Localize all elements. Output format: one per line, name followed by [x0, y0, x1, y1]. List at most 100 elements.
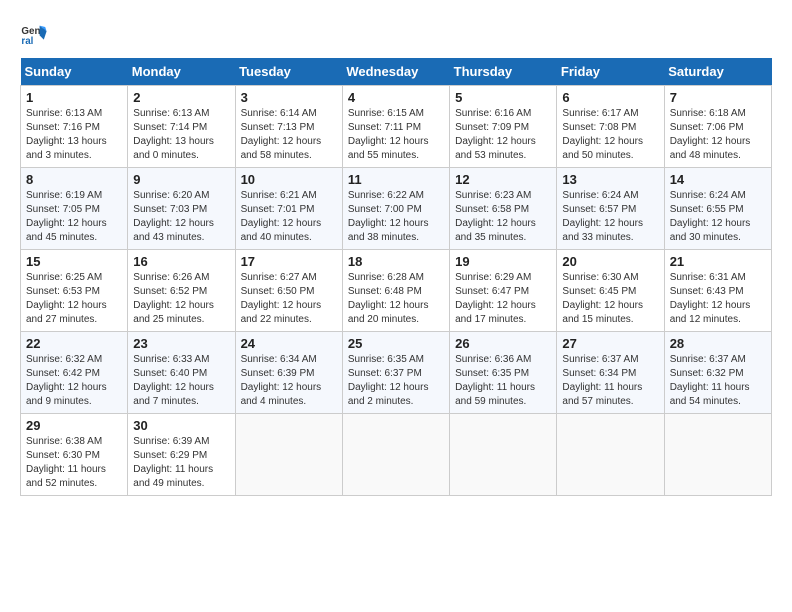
calendar-week-row: 8 Sunrise: 6:19 AM Sunset: 7:05 PM Dayli…: [21, 168, 772, 250]
day-number: 30: [133, 418, 229, 433]
day-number: 19: [455, 254, 551, 269]
day-number: 7: [670, 90, 766, 105]
day-daylight: Daylight: 12 hours and 43 minutes.: [133, 218, 214, 243]
calendar-cell: 16 Sunrise: 6:26 AM Sunset: 6:52 PM Dayl…: [128, 250, 235, 332]
day-sunrise: Sunrise: 6:21 AM: [241, 190, 317, 201]
calendar-week-row: 1 Sunrise: 6:13 AM Sunset: 7:16 PM Dayli…: [21, 86, 772, 168]
day-daylight: Daylight: 11 hours and 59 minutes.: [455, 382, 535, 407]
day-sunrise: Sunrise: 6:35 AM: [348, 354, 424, 365]
day-sunset: Sunset: 6:43 PM: [670, 286, 744, 297]
day-sunrise: Sunrise: 6:38 AM: [26, 436, 102, 447]
day-daylight: Daylight: 11 hours and 52 minutes.: [26, 464, 106, 489]
calendar-cell: 2 Sunrise: 6:13 AM Sunset: 7:14 PM Dayli…: [128, 86, 235, 168]
day-number: 27: [562, 336, 658, 351]
day-sunset: Sunset: 7:11 PM: [348, 122, 421, 133]
day-sunrise: Sunrise: 6:13 AM: [26, 108, 102, 119]
day-number: 29: [26, 418, 122, 433]
day-sunset: Sunset: 7:03 PM: [133, 204, 207, 215]
day-daylight: Daylight: 12 hours and 50 minutes.: [562, 136, 643, 161]
day-sunrise: Sunrise: 6:20 AM: [133, 190, 209, 201]
day-daylight: Daylight: 12 hours and 30 minutes.: [670, 218, 751, 243]
day-sunrise: Sunrise: 6:39 AM: [133, 436, 209, 447]
day-sunrise: Sunrise: 6:26 AM: [133, 272, 209, 283]
calendar-cell: 28 Sunrise: 6:37 AM Sunset: 6:32 PM Dayl…: [664, 332, 771, 414]
calendar-cell: 20 Sunrise: 6:30 AM Sunset: 6:45 PM Dayl…: [557, 250, 664, 332]
header-cell-tuesday: Tuesday: [235, 58, 342, 86]
calendar-table: SundayMondayTuesdayWednesdayThursdayFrid…: [20, 58, 772, 496]
calendar-cell: 9 Sunrise: 6:20 AM Sunset: 7:03 PM Dayli…: [128, 168, 235, 250]
calendar-week-row: 29 Sunrise: 6:38 AM Sunset: 6:30 PM Dayl…: [21, 414, 772, 496]
day-daylight: Daylight: 12 hours and 58 minutes.: [241, 136, 322, 161]
day-number: 21: [670, 254, 766, 269]
day-sunset: Sunset: 6:47 PM: [455, 286, 529, 297]
calendar-cell: 11 Sunrise: 6:22 AM Sunset: 7:00 PM Dayl…: [342, 168, 449, 250]
day-daylight: Daylight: 11 hours and 49 minutes.: [133, 464, 213, 489]
day-sunrise: Sunrise: 6:29 AM: [455, 272, 531, 283]
calendar-cell: 21 Sunrise: 6:31 AM Sunset: 6:43 PM Dayl…: [664, 250, 771, 332]
day-number: 24: [241, 336, 337, 351]
day-sunset: Sunset: 7:13 PM: [241, 122, 315, 133]
day-sunset: Sunset: 6:40 PM: [133, 368, 207, 379]
calendar-cell: 19 Sunrise: 6:29 AM Sunset: 6:47 PM Dayl…: [450, 250, 557, 332]
day-sunrise: Sunrise: 6:37 AM: [670, 354, 746, 365]
day-sunset: Sunset: 6:42 PM: [26, 368, 100, 379]
day-sunrise: Sunrise: 6:25 AM: [26, 272, 102, 283]
day-daylight: Daylight: 12 hours and 55 minutes.: [348, 136, 429, 161]
day-daylight: Daylight: 12 hours and 15 minutes.: [562, 300, 643, 325]
calendar-body: 1 Sunrise: 6:13 AM Sunset: 7:16 PM Dayli…: [21, 86, 772, 496]
day-daylight: Daylight: 12 hours and 35 minutes.: [455, 218, 536, 243]
header-cell-friday: Friday: [557, 58, 664, 86]
calendar-cell: 18 Sunrise: 6:28 AM Sunset: 6:48 PM Dayl…: [342, 250, 449, 332]
day-sunrise: Sunrise: 6:37 AM: [562, 354, 638, 365]
day-sunrise: Sunrise: 6:16 AM: [455, 108, 531, 119]
day-number: 9: [133, 172, 229, 187]
svg-text:ral: ral: [21, 36, 33, 47]
day-number: 26: [455, 336, 551, 351]
day-number: 28: [670, 336, 766, 351]
logo: Gene ral: [20, 20, 52, 48]
day-sunrise: Sunrise: 6:24 AM: [670, 190, 746, 201]
calendar-cell: 5 Sunrise: 6:16 AM Sunset: 7:09 PM Dayli…: [450, 86, 557, 168]
day-number: 17: [241, 254, 337, 269]
day-number: 5: [455, 90, 551, 105]
header-cell-thursday: Thursday: [450, 58, 557, 86]
day-sunrise: Sunrise: 6:27 AM: [241, 272, 317, 283]
day-sunset: Sunset: 7:05 PM: [26, 204, 100, 215]
day-sunset: Sunset: 6:32 PM: [670, 368, 744, 379]
calendar-cell: 22 Sunrise: 6:32 AM Sunset: 6:42 PM Dayl…: [21, 332, 128, 414]
day-sunset: Sunset: 6:57 PM: [562, 204, 636, 215]
day-sunrise: Sunrise: 6:18 AM: [670, 108, 746, 119]
day-sunrise: Sunrise: 6:22 AM: [348, 190, 424, 201]
day-daylight: Daylight: 12 hours and 27 minutes.: [26, 300, 107, 325]
day-sunset: Sunset: 7:08 PM: [562, 122, 636, 133]
calendar-cell: 8 Sunrise: 6:19 AM Sunset: 7:05 PM Dayli…: [21, 168, 128, 250]
day-daylight: Daylight: 12 hours and 7 minutes.: [133, 382, 214, 407]
day-sunset: Sunset: 6:53 PM: [26, 286, 100, 297]
day-number: 18: [348, 254, 444, 269]
logo-icon: Gene ral: [20, 20, 48, 48]
day-daylight: Daylight: 12 hours and 40 minutes.: [241, 218, 322, 243]
day-daylight: Daylight: 12 hours and 12 minutes.: [670, 300, 751, 325]
day-sunrise: Sunrise: 6:32 AM: [26, 354, 102, 365]
calendar-week-row: 15 Sunrise: 6:25 AM Sunset: 6:53 PM Dayl…: [21, 250, 772, 332]
day-sunset: Sunset: 7:16 PM: [26, 122, 100, 133]
calendar-cell: 10 Sunrise: 6:21 AM Sunset: 7:01 PM Dayl…: [235, 168, 342, 250]
day-sunset: Sunset: 6:50 PM: [241, 286, 315, 297]
calendar-cell: 14 Sunrise: 6:24 AM Sunset: 6:55 PM Dayl…: [664, 168, 771, 250]
calendar-cell: [664, 414, 771, 496]
day-number: 25: [348, 336, 444, 351]
day-daylight: Daylight: 12 hours and 45 minutes.: [26, 218, 107, 243]
day-sunset: Sunset: 6:58 PM: [455, 204, 529, 215]
day-sunrise: Sunrise: 6:24 AM: [562, 190, 638, 201]
day-sunset: Sunset: 6:37 PM: [348, 368, 422, 379]
day-sunrise: Sunrise: 6:31 AM: [670, 272, 746, 283]
day-number: 22: [26, 336, 122, 351]
day-number: 23: [133, 336, 229, 351]
day-number: 16: [133, 254, 229, 269]
day-number: 3: [241, 90, 337, 105]
day-number: 1: [26, 90, 122, 105]
calendar-cell: 13 Sunrise: 6:24 AM Sunset: 6:57 PM Dayl…: [557, 168, 664, 250]
day-daylight: Daylight: 12 hours and 33 minutes.: [562, 218, 643, 243]
day-daylight: Daylight: 11 hours and 57 minutes.: [562, 382, 642, 407]
day-sunset: Sunset: 6:48 PM: [348, 286, 422, 297]
